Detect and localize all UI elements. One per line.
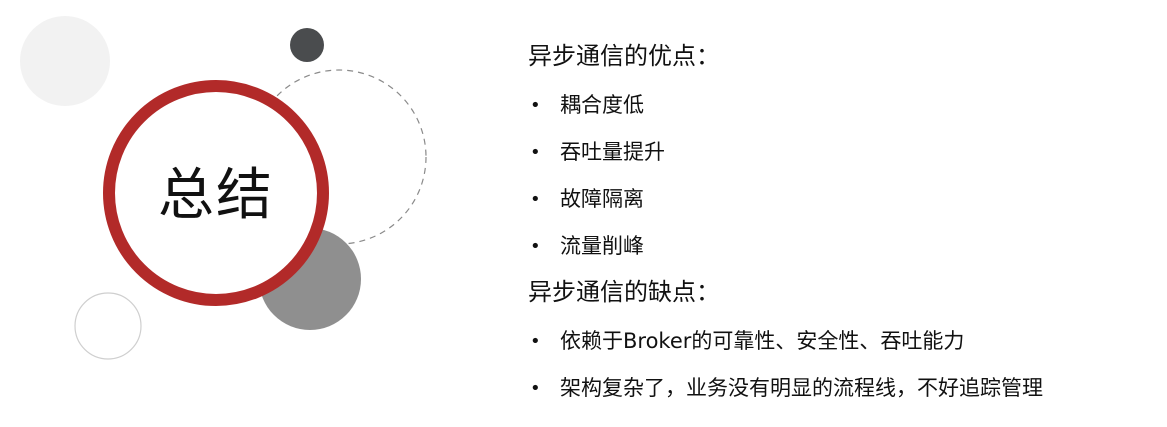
- bullet-icon: •: [530, 378, 541, 399]
- list-item: • 耦合度低: [528, 82, 1148, 129]
- content-panel: 异步通信的优点： • 耦合度低 • 吞吐量提升 • 故障隔离 • 流量削峰 异步…: [528, 36, 1148, 412]
- advantages-list: • 耦合度低 • 吞吐量提升 • 故障隔离 • 流量削峰: [528, 82, 1148, 270]
- list-item-text: 架构复杂了，业务没有明显的流程线，不好追踪管理: [560, 376, 1043, 400]
- list-item: • 依赖于Broker的可靠性、安全性、吞吐能力: [528, 318, 1148, 365]
- summary-title: 总结: [158, 163, 274, 228]
- bullet-icon: •: [530, 331, 541, 352]
- list-item-text: 吞吐量提升: [560, 140, 665, 164]
- list-item: • 吞吐量提升: [528, 129, 1148, 176]
- advantages-heading: 异步通信的优点：: [528, 42, 720, 70]
- disadvantages-list: • 依赖于Broker的可靠性、安全性、吞吐能力 • 架构复杂了，业务没有明显的…: [528, 318, 1148, 412]
- list-item: • 架构复杂了，业务没有明显的流程线，不好追踪管理: [528, 365, 1148, 412]
- disadvantages-heading: 异步通信的缺点：: [528, 278, 720, 306]
- bullet-icon: •: [530, 236, 541, 257]
- dark-gray-dot: [290, 28, 324, 62]
- list-item-text: 故障隔离: [560, 187, 644, 211]
- list-item: • 故障隔离: [528, 176, 1148, 223]
- light-gray-circle: [20, 16, 110, 106]
- list-item-text: 耦合度低: [560, 93, 644, 117]
- list-item-text: 流量削峰: [560, 234, 644, 258]
- list-item: • 流量削峰: [528, 223, 1148, 270]
- outline-circle: [74, 292, 142, 360]
- list-item-text: 依赖于Broker的可靠性、安全性、吞吐能力: [560, 329, 965, 353]
- bullet-icon: •: [530, 142, 541, 163]
- bullet-icon: •: [530, 95, 541, 116]
- bullet-icon: •: [530, 189, 541, 210]
